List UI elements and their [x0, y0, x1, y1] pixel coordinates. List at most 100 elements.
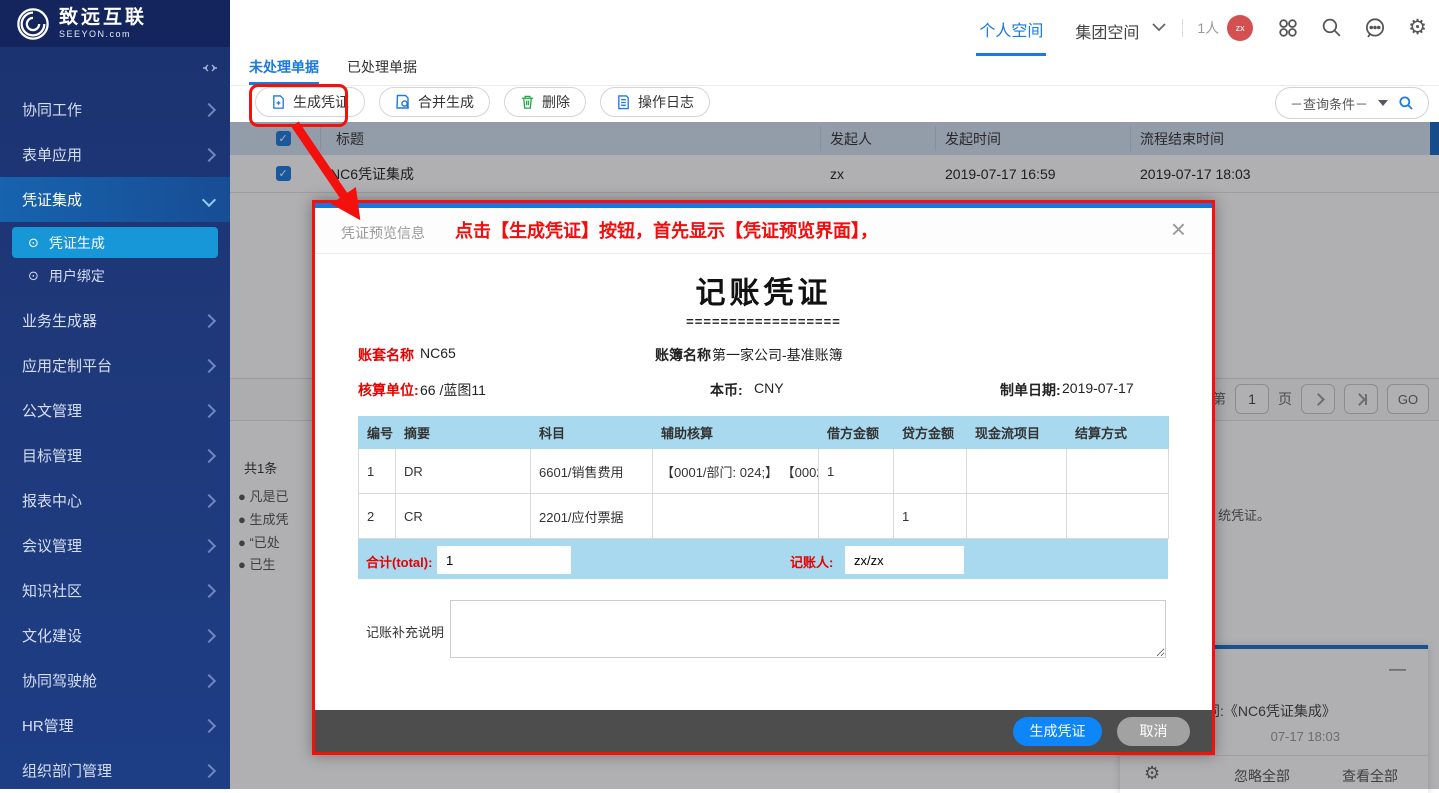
sidebar-item-label: 目标管理 — [22, 445, 82, 466]
voucher-table: 编号 摘要 科目 辅助核算 借方金额 贷方金额 现金流项目 结算方式 1 DR — [358, 416, 1169, 539]
button-label: 合并生成 — [418, 92, 474, 112]
voucher-totals-row: 合计(total): 记账人: — [358, 539, 1168, 579]
chevron-right-icon — [202, 358, 216, 372]
ledger-label: 账簿名称 — [655, 345, 711, 365]
voucher-row: 1 DR 6601/销售费用 【0001/部门: 024;】 【0002 1 — [359, 449, 1169, 494]
cancel-button[interactable]: 取消 — [1117, 717, 1190, 746]
cell-credit — [894, 449, 967, 494]
sidebar-item-knowledge-community[interactable]: 知识社区 — [0, 568, 230, 613]
col-debit: 借方金额 — [819, 417, 894, 449]
cell-settlement — [1067, 449, 1169, 494]
cell-no: 2 — [359, 494, 396, 539]
cell-debit — [819, 494, 894, 539]
chevron-right-icon — [202, 448, 216, 462]
sidebar-item-official-doc[interactable]: 公文管理 — [0, 388, 230, 433]
collapse-sidebar-icon[interactable] — [202, 61, 218, 75]
tab-group-space[interactable]: 集团空间 — [1072, 1, 1142, 55]
confirm-generate-voucher-button[interactable]: 生成凭证 — [1013, 717, 1102, 746]
radio-icon: ⊙ — [28, 269, 39, 282]
online-count: 1人 — [1197, 18, 1219, 38]
tab-personal-space[interactable]: 个人空间 — [976, 0, 1046, 56]
sidebar-item-label: 报表中心 — [22, 490, 82, 511]
note-label: 记账补充说明 — [366, 622, 444, 641]
sidebar-item-label: HR管理 — [22, 715, 74, 736]
header-divider — [1182, 19, 1183, 37]
col-credit: 贷方金额 — [894, 417, 967, 449]
book-set-label: 账套名称 — [358, 345, 414, 365]
sidebar-item-label: 知识社区 — [22, 580, 82, 601]
sidebar-item-collab-work[interactable]: 协同工作 — [0, 87, 230, 132]
toolbar: 生成凭证 合并生成 删除 — [230, 86, 1439, 122]
query-condition-dropdown[interactable]: －查询条件－ — [1275, 87, 1429, 119]
app-grid-icon[interactable] — [1277, 17, 1299, 39]
sidebar-item-form-app[interactable]: 表单应用 — [0, 132, 230, 177]
sidebar-item-label: 会议管理 — [22, 535, 82, 556]
brand-name-cn: 致远互联 — [59, 8, 147, 27]
chevron-right-icon — [202, 673, 216, 687]
sidebar: 致远互联 SEEYON.com 协同工作 表单应用 凭证集成 ⊙ 凭证生成 — [0, 0, 230, 789]
chevron-right-icon — [202, 147, 216, 161]
brand-logo: 致远互联 SEEYON.com — [0, 0, 230, 47]
delete-button[interactable]: 删除 — [504, 87, 586, 117]
space-chevron-down-icon[interactable] — [1152, 23, 1166, 32]
date-label: 制单日期: — [1000, 380, 1061, 400]
button-label: 删除 — [542, 92, 570, 112]
sidebar-subitem-user-binding[interactable]: ⊙ 用户绑定 — [12, 260, 218, 291]
search-icon[interactable] — [1321, 17, 1342, 38]
modal-footer: 生成凭证 取消 — [315, 710, 1212, 752]
total-input[interactable] — [437, 546, 571, 574]
sidebar-item-meeting-mgmt[interactable]: 会议管理 — [0, 523, 230, 568]
avatar[interactable]: zx — [1227, 15, 1253, 41]
chevron-down-icon — [202, 192, 216, 206]
book-set-value: NC65 — [420, 345, 456, 361]
sidebar-item-label: 协同工作 — [22, 99, 82, 120]
sidebar-item-culture[interactable]: 文化建设 — [0, 613, 230, 658]
query-search-icon[interactable] — [1398, 95, 1414, 111]
voucher-body: 记账凭证 ================== 账套名称 NC65 账簿名称 第… — [315, 268, 1212, 660]
sidebar-item-label: 公文管理 — [22, 400, 82, 421]
chevron-right-icon — [202, 313, 216, 327]
cell-aux: 【0001/部门: 024;】 【0002 — [653, 449, 819, 494]
sidebar-item-report-center[interactable]: 报表中心 — [0, 478, 230, 523]
sidebar-item-app-custom-platform[interactable]: 应用定制平台 — [0, 343, 230, 388]
trash-icon — [520, 94, 535, 110]
header-right-cluster: 个人空间 集团空间 1人 zx — [976, 0, 1427, 55]
sidebar-item-label: 协同驾驶舱 — [22, 670, 97, 691]
sidebar-item-business-builder[interactable]: 业务生成器 — [0, 298, 230, 343]
tab-processed-docs[interactable]: 已处理单据 — [347, 57, 417, 85]
chevron-right-icon — [202, 403, 216, 417]
close-icon[interactable]: × — [1171, 214, 1186, 245]
doc-search-icon — [395, 94, 411, 110]
unit-label: 核算单位: — [358, 380, 419, 400]
operation-log-button[interactable]: 操作日志 — [600, 87, 710, 117]
voucher-table-header: 编号 摘要 科目 辅助核算 借方金额 贷方金额 现金流项目 结算方式 — [359, 417, 1169, 449]
voucher-title-underline: ================== — [315, 314, 1212, 329]
message-icon[interactable] — [1364, 17, 1386, 39]
bookkeeper-input[interactable] — [845, 546, 964, 574]
cell-no: 1 — [359, 449, 396, 494]
settings-gear-icon[interactable]: ⚙ — [1408, 17, 1427, 38]
voucher-row: 2 CR 2201/应付票据 1 — [359, 494, 1169, 539]
subitem-label: 凭证生成 — [49, 233, 105, 253]
sidebar-item-hr-mgmt[interactable]: HR管理 — [0, 703, 230, 748]
chevron-right-icon — [202, 718, 216, 732]
button-label: 操作日志 — [638, 92, 694, 112]
seeyon-swirl-icon — [16, 7, 50, 41]
sidebar-item-cockpit[interactable]: 协同驾驶舱 — [0, 658, 230, 703]
sidebar-item-voucher-integration[interactable]: 凭证集成 — [0, 177, 230, 222]
sidebar-item-org-dept-mgmt[interactable]: 组织部门管理 — [0, 748, 230, 793]
tab-pending-docs[interactable]: 未处理单据 — [249, 57, 319, 85]
sidebar-item-goal-mgmt[interactable]: 目标管理 — [0, 433, 230, 478]
sidebar-subitem-voucher-generate[interactable]: ⊙ 凭证生成 — [12, 227, 218, 258]
modal-header: 凭证预览信息 点击【生成凭证】按钮，首先显示【凭证预览界面】， × — [315, 208, 1212, 254]
sidebar-item-label: 应用定制平台 — [22, 355, 112, 376]
chevron-right-icon — [202, 583, 216, 597]
sidebar-submenu: ⊙ 凭证生成 ⊙ 用户绑定 — [0, 222, 230, 298]
bookkeeper-label: 记账人: — [790, 552, 833, 571]
note-textarea[interactable] — [450, 600, 1166, 658]
caret-down-icon — [1378, 100, 1388, 106]
query-label: －查询条件－ — [1290, 94, 1368, 113]
merge-generate-button[interactable]: 合并生成 — [379, 87, 490, 117]
chevron-right-icon — [202, 538, 216, 552]
sidebar-item-label: 表单应用 — [22, 144, 82, 165]
